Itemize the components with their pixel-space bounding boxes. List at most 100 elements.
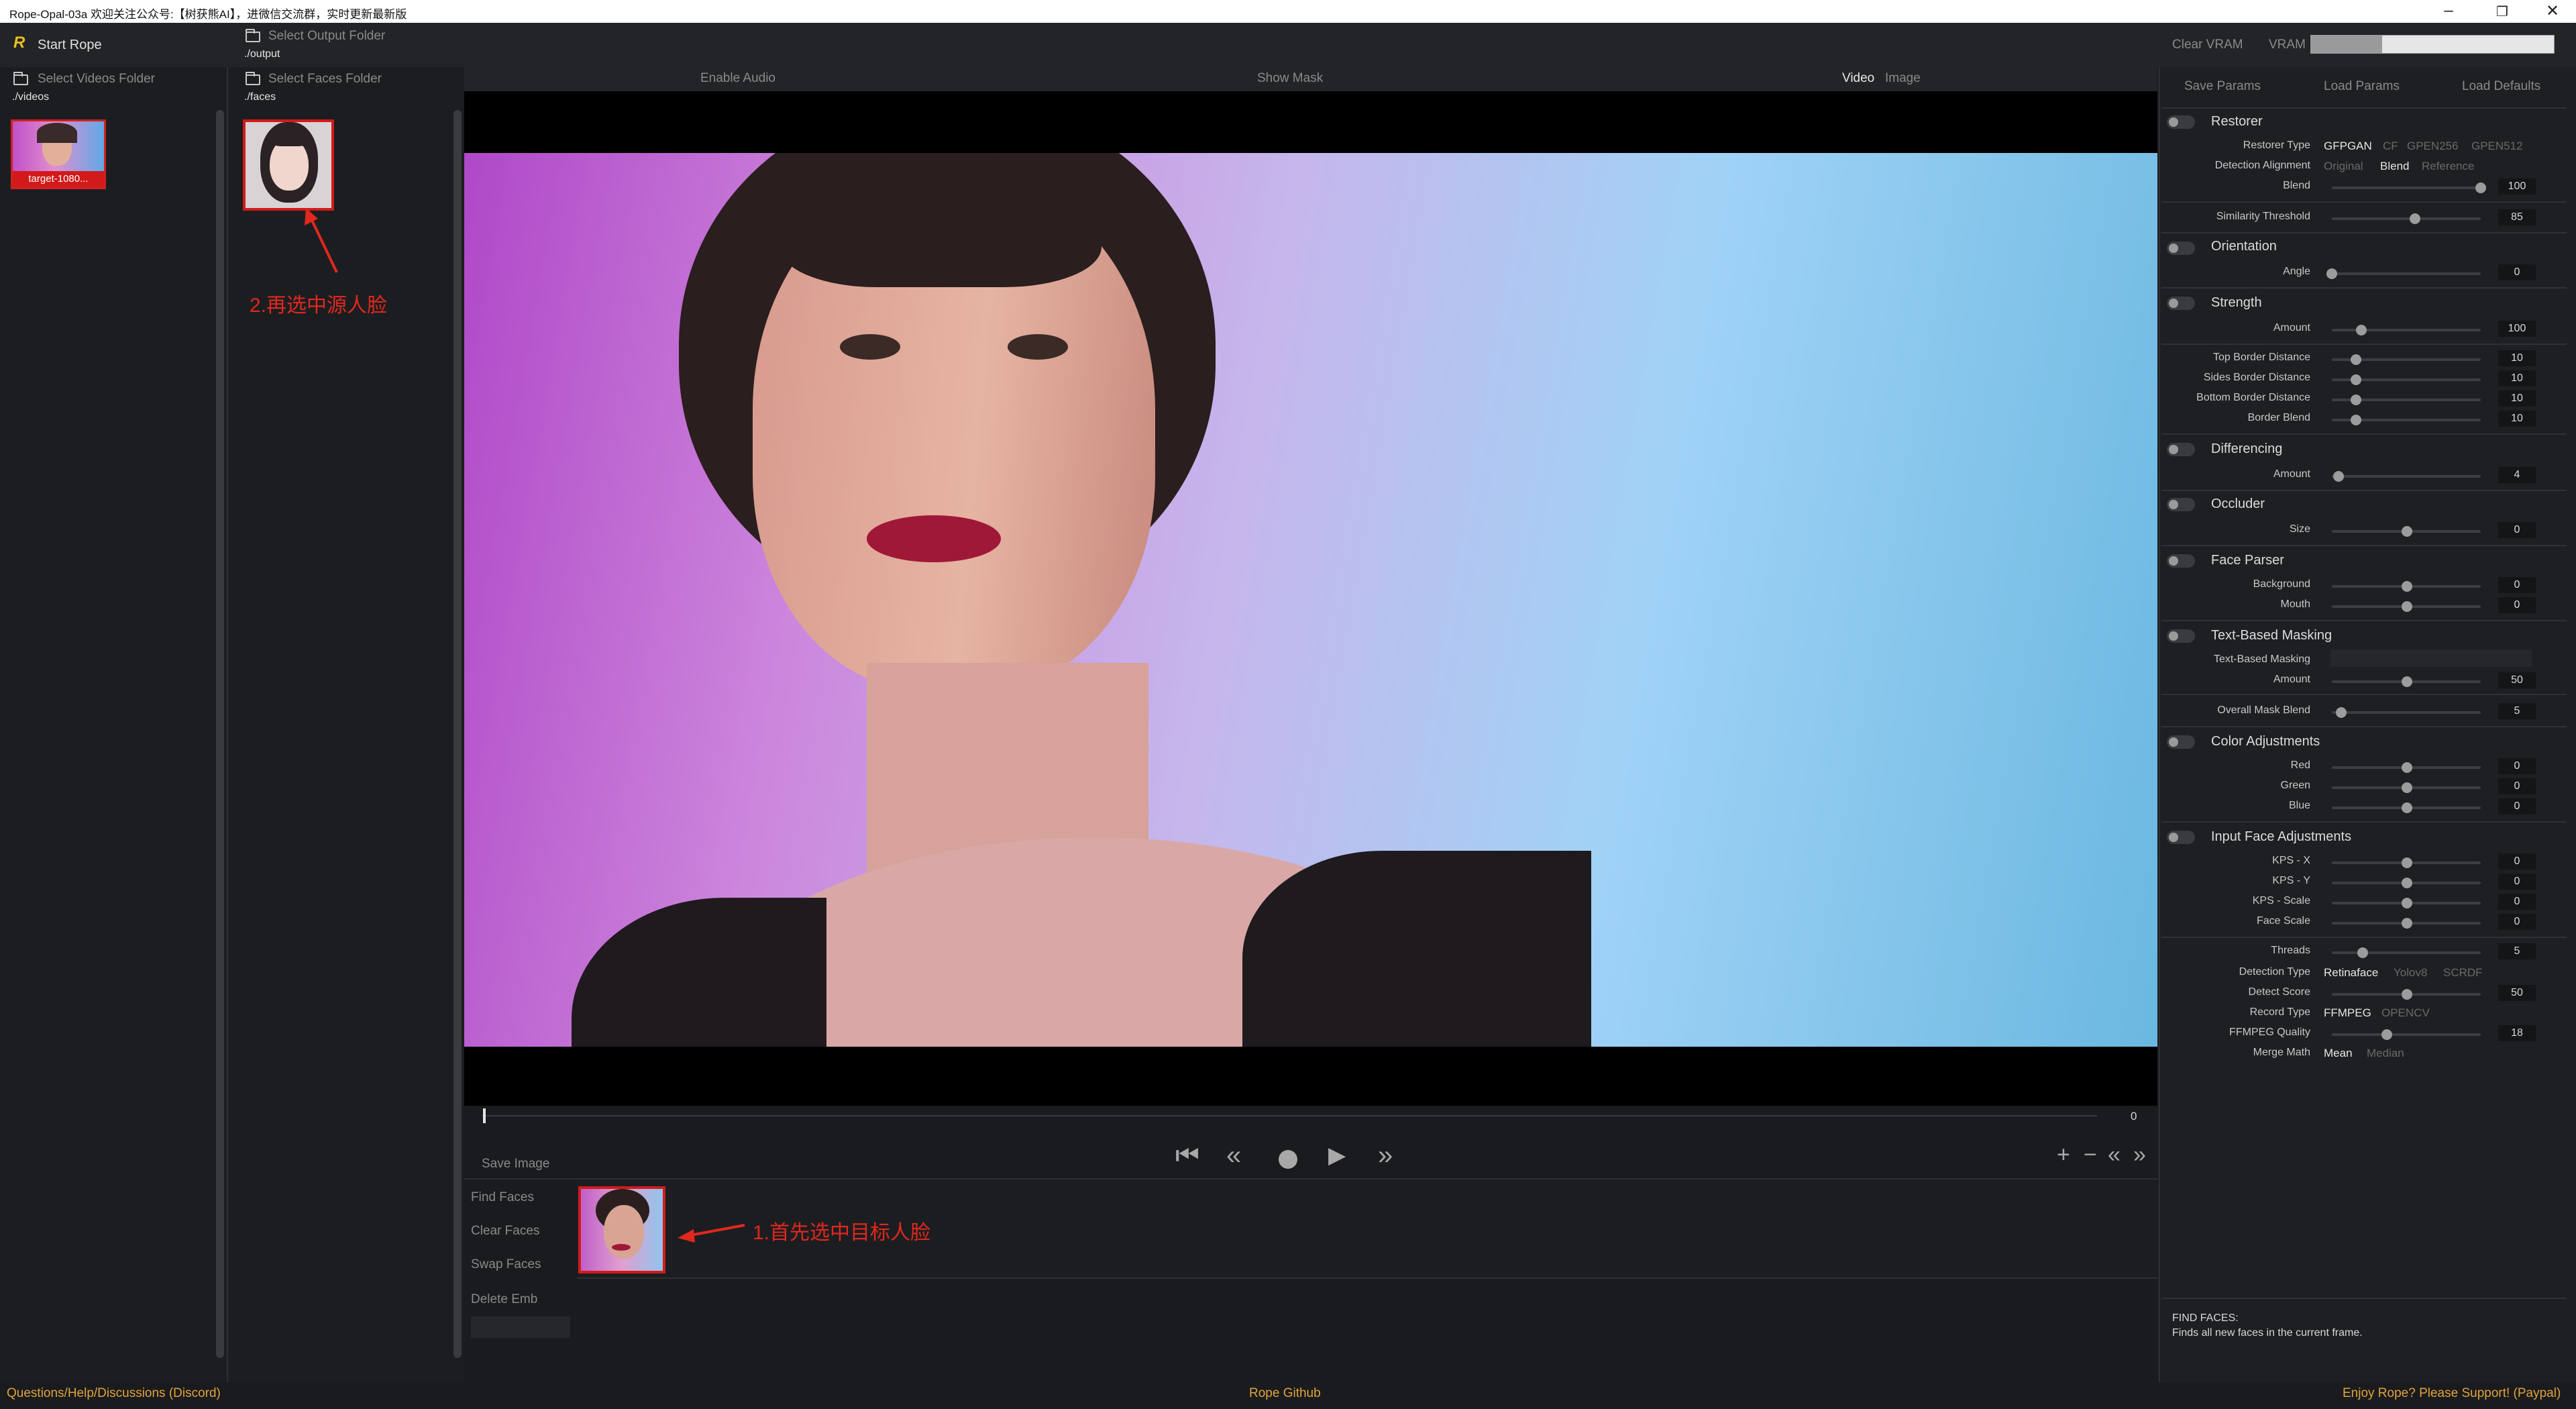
detect-score-value[interactable]: 50 <box>2498 985 2536 1001</box>
record-ffmpeg[interactable]: FFMPEG <box>2324 1006 2371 1020</box>
blue-value[interactable]: 0 <box>2498 798 2536 815</box>
blend-slider[interactable] <box>2332 187 2481 189</box>
mouth-value[interactable]: 0 <box>2498 597 2536 613</box>
top-border-knob[interactable] <box>2351 354 2361 365</box>
differencing-value[interactable]: 4 <box>2498 467 2536 483</box>
face-scale-value[interactable]: 0 <box>2498 914 2536 930</box>
ffmpeg-quality-knob[interactable] <box>2381 1029 2392 1040</box>
kps-scale-knob[interactable] <box>2402 898 2412 908</box>
green-knob[interactable] <box>2402 782 2412 793</box>
close-icon[interactable]: ✕ <box>2532 1 2573 21</box>
videos-scrollbar[interactable] <box>216 110 224 1358</box>
load-defaults-button[interactable]: Load Defaults <box>2462 79 2540 94</box>
kps-y-value[interactable]: 0 <box>2498 874 2536 890</box>
embedding-name-input[interactable] <box>471 1316 570 1338</box>
strength-slider[interactable] <box>2332 329 2481 331</box>
kps-scale-value[interactable]: 0 <box>2498 894 2536 910</box>
red-knob[interactable] <box>2402 762 2412 773</box>
clear-vram-button[interactable]: Clear VRAM <box>2172 38 2243 52</box>
load-params-button[interactable]: Load Params <box>2324 79 2400 94</box>
source-face-thumbnail[interactable] <box>243 119 334 211</box>
rewind-icon[interactable]: « <box>1226 1141 1241 1171</box>
sides-border-knob[interactable] <box>2351 374 2361 385</box>
clear-faces-button[interactable]: Clear Faces <box>471 1224 539 1239</box>
occluder-toggle[interactable] <box>2167 498 2195 511</box>
show-mask-button[interactable]: Show Mask <box>1257 71 1323 86</box>
occluder-value[interactable]: 0 <box>2498 522 2536 538</box>
threads-slider[interactable] <box>2332 951 2481 954</box>
background-value[interactable]: 0 <box>2498 577 2536 593</box>
blend-slider-knob[interactable] <box>2475 182 2486 193</box>
timeline-track[interactable] <box>482 1115 2097 1116</box>
fast-forward-icon[interactable]: » <box>1378 1141 1393 1171</box>
swap-faces-button[interactable]: Swap Faces <box>471 1257 541 1272</box>
restorer-toggle[interactable] <box>2167 115 2195 129</box>
overall-mask-knob[interactable] <box>2336 707 2347 718</box>
threads-value[interactable]: 5 <box>2498 943 2536 959</box>
select-output-folder-button[interactable]: Select Output Folder <box>268 29 385 44</box>
angle-slider-knob[interactable] <box>2326 268 2337 279</box>
restorer-type-gpen512[interactable]: GPEN512 <box>2471 140 2523 153</box>
save-image-button[interactable]: Save Image <box>482 1157 549 1171</box>
zoom-out-icon[interactable]: − <box>2084 1142 2097 1168</box>
minimize-icon[interactable]: – <box>2428 1 2469 20</box>
restore-icon[interactable]: ❐ <box>2482 3 2522 20</box>
paypal-link[interactable]: Enjoy Rope? Please Support! (Paypal) <box>2343 1386 2561 1401</box>
strength-slider-knob[interactable] <box>2356 325 2367 335</box>
merge-mean[interactable]: Mean <box>2324 1047 2353 1060</box>
sides-border-value[interactable]: 10 <box>2498 370 2536 386</box>
top-border-value[interactable]: 10 <box>2498 350 2536 366</box>
orientation-toggle[interactable] <box>2167 242 2195 255</box>
border-blend-value[interactable]: 10 <box>2498 411 2536 427</box>
merge-median[interactable]: Median <box>2367 1047 2404 1060</box>
select-videos-folder-button[interactable]: Select Videos Folder <box>38 72 155 87</box>
similarity-value[interactable]: 85 <box>2498 209 2536 225</box>
image-tab[interactable]: Image <box>1885 71 1921 86</box>
find-faces-button[interactable]: Find Faces <box>471 1190 534 1205</box>
strength-value[interactable]: 100 <box>2498 321 2536 337</box>
discord-link[interactable]: Questions/Help/Discussions (Discord) <box>7 1386 221 1401</box>
face-scale-knob[interactable] <box>2402 918 2412 929</box>
play-icon[interactable]: ▶ <box>1328 1142 1346 1169</box>
kps-y-knob[interactable] <box>2402 878 2412 888</box>
kps-x-value[interactable]: 0 <box>2498 853 2536 870</box>
bottom-border-value[interactable]: 10 <box>2498 390 2536 407</box>
text-masking-knob[interactable] <box>2402 676 2412 687</box>
kps-x-knob[interactable] <box>2402 857 2412 868</box>
text-masking-input[interactable] <box>2330 649 2532 667</box>
scroll-left-icon[interactable]: « <box>2108 1142 2121 1168</box>
text-masking-value[interactable]: 50 <box>2498 672 2536 688</box>
restorer-type-gfpgan[interactable]: GFPGAN <box>2324 140 2372 153</box>
text-masking-toggle[interactable] <box>2167 629 2195 643</box>
record-opencv[interactable]: OPENCV <box>2381 1006 2430 1020</box>
border-blend-knob[interactable] <box>2351 415 2361 425</box>
face-parser-toggle[interactable] <box>2167 554 2195 568</box>
video-thumbnail[interactable]: target-1080... <box>11 119 106 189</box>
detection-yolov8[interactable]: Yolov8 <box>2394 966 2427 980</box>
ffmpeg-quality-value[interactable]: 18 <box>2498 1025 2536 1041</box>
color-adjustments-toggle[interactable] <box>2167 735 2195 749</box>
mouth-knob[interactable] <box>2402 601 2412 612</box>
faces-scrollbar[interactable] <box>453 110 462 1358</box>
overall-mask-value[interactable]: 5 <box>2498 703 2536 719</box>
angle-slider[interactable] <box>2332 272 2481 275</box>
red-value[interactable]: 0 <box>2498 758 2536 774</box>
scroll-right-icon[interactable]: » <box>2133 1142 2146 1168</box>
background-knob[interactable] <box>2402 581 2412 592</box>
detection-retinaface[interactable]: Retinaface <box>2324 966 2378 980</box>
alignment-original[interactable]: Original <box>2324 160 2363 173</box>
occluder-knob[interactable] <box>2402 526 2412 537</box>
save-params-button[interactable]: Save Params <box>2184 79 2261 94</box>
input-face-toggle[interactable] <box>2167 831 2195 844</box>
alignment-reference[interactable]: Reference <box>2422 160 2474 173</box>
select-faces-folder-button[interactable]: Select Faces Folder <box>268 72 382 87</box>
target-face-thumbnail[interactable] <box>578 1186 665 1273</box>
differencing-toggle[interactable] <box>2167 443 2195 456</box>
timeline-handle[interactable] <box>483 1108 486 1123</box>
strength-toggle[interactable] <box>2167 297 2195 310</box>
restorer-type-gpen256[interactable]: GPEN256 <box>2407 140 2459 153</box>
green-value[interactable]: 0 <box>2498 778 2536 794</box>
similarity-slider[interactable] <box>2332 217 2481 220</box>
delete-emb-button[interactable]: Delete Emb <box>471 1292 537 1307</box>
ffmpeg-quality-slider[interactable] <box>2332 1033 2481 1036</box>
